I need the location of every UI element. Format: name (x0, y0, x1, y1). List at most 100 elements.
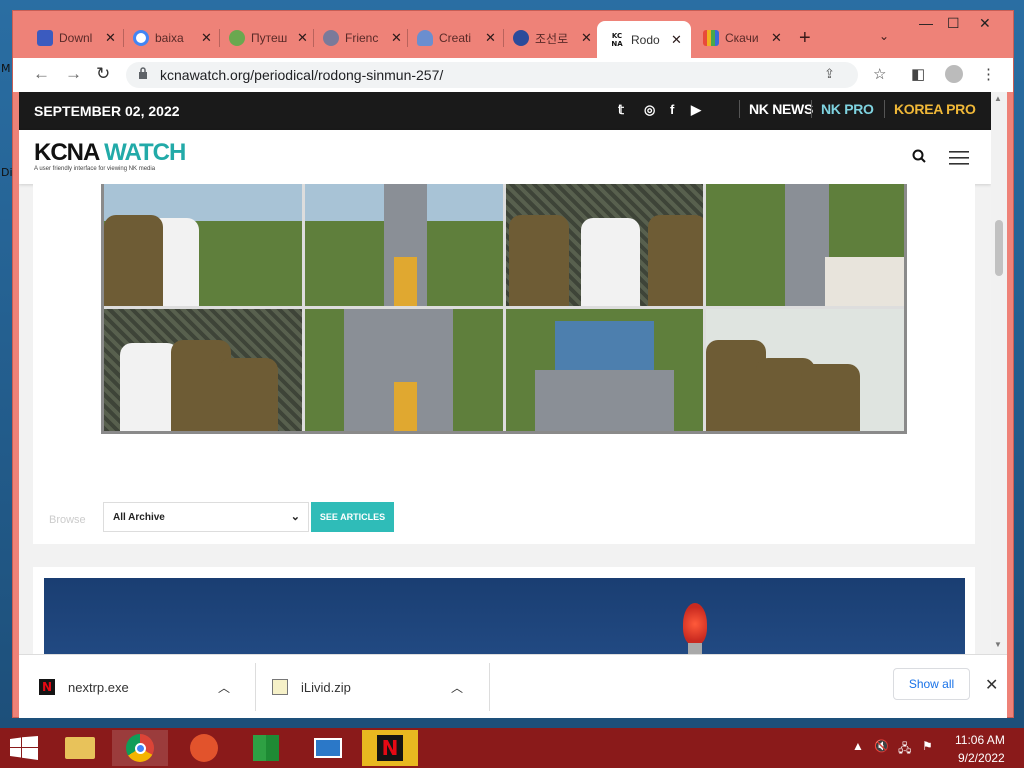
close-download-bar-icon[interactable]: ✕ (985, 675, 998, 695)
photo-test-stand (554, 321, 654, 370)
gallery-photo[interactable] (505, 309, 704, 431)
headphones-app-icon[interactable] (176, 730, 232, 766)
tab-close-icon[interactable]: ✕ (771, 30, 782, 46)
twitter-icon[interactable]: 𝕥 (618, 102, 624, 118)
nk-news-link[interactable]: NK NEWS (749, 101, 813, 117)
network-icon[interactable]: 🖧 (898, 739, 911, 760)
archive-select[interactable]: All Archive ⌄ (103, 502, 309, 532)
nk-pro-link[interactable]: NK PRO (821, 101, 874, 117)
new-tab-button[interactable]: + (799, 27, 811, 50)
maximize-button[interactable]: ☐ (947, 15, 960, 32)
tab[interactable]: Creati ✕ (417, 25, 496, 51)
volume-muted-icon[interactable]: 🔇 (874, 739, 889, 753)
see-articles-button[interactable]: SEE ARTICLES (311, 502, 394, 532)
photo-figure (801, 363, 861, 431)
gallery-photo[interactable] (505, 184, 704, 306)
file-explorer-icon[interactable] (52, 730, 108, 766)
action-center-flag-icon[interactable]: ⚑ (922, 739, 933, 753)
netflix-icon[interactable]: N (362, 730, 418, 766)
share-icon[interactable]: ⇪ (824, 66, 835, 82)
tray-expand-icon[interactable]: ▲ (852, 739, 864, 753)
archive-select-value: All Archive (113, 511, 165, 523)
gallery-photo[interactable] (104, 309, 302, 431)
download-item[interactable]: N nextrp.exe ︿ (39, 655, 230, 719)
image-tower (688, 643, 702, 654)
gallery-photo[interactable] (304, 309, 503, 431)
tab-divider (313, 29, 314, 47)
photo-figure (104, 214, 164, 306)
divider (884, 100, 885, 118)
forward-button[interactable]: → (65, 64, 82, 84)
divider (255, 663, 256, 711)
close-window-button[interactable]: ✕ (979, 15, 991, 32)
download-item[interactable]: iLivid.zip ︿ (272, 655, 463, 719)
chevron-up-icon[interactable]: ︿ (218, 679, 230, 696)
search-icon[interactable] (912, 149, 926, 163)
scroll-down-icon[interactable]: ▼ (994, 640, 1002, 649)
photo-figure (647, 214, 704, 306)
scroll-up-icon[interactable]: ▲ (994, 94, 1002, 103)
folder-shape (65, 737, 95, 759)
browser-menu-icon[interactable]: ⋮ (981, 65, 996, 83)
tab-close-icon[interactable]: ✕ (391, 30, 402, 46)
bookmark-star-icon[interactable]: ☆ (873, 65, 886, 83)
photo-smoke (824, 257, 904, 306)
tab-close-icon[interactable]: ✕ (485, 30, 496, 46)
page-viewport: SEPTEMBER 02, 2022 𝕥 ◎ f ▶ NK NEWS NK PR… (19, 92, 991, 654)
gallery-photo[interactable] (304, 184, 503, 306)
tab[interactable]: 조선로 ✕ (513, 25, 592, 51)
tab-close-icon[interactable]: ✕ (201, 30, 212, 46)
tab[interactable]: Frienc ✕ (323, 25, 402, 51)
gallery-photo[interactable] (104, 184, 302, 306)
tab-divider (407, 29, 408, 47)
tab-close-icon[interactable]: ✕ (581, 30, 592, 46)
emblem-icon (513, 30, 529, 46)
tab[interactable]: Downl ✕ (37, 25, 116, 51)
hamburger-menu-icon[interactable] (949, 150, 969, 166)
tab-active[interactable]: KC NA Rodo ✕ (597, 21, 691, 59)
article-image[interactable] (44, 578, 965, 654)
reload-button[interactable]: ↻ (96, 64, 110, 84)
tab-search-button[interactable]: ⌄ (879, 29, 889, 43)
tab-close-icon[interactable]: ✕ (671, 32, 682, 48)
taskbar: N ▲ 🔇 🖧 ⚑ 11:06 AM 9/2/2022 (0, 728, 1024, 768)
headphones-logo (190, 734, 218, 762)
clock-time[interactable]: 11:06 AM (955, 733, 1005, 747)
back-button[interactable]: ← (33, 64, 50, 84)
profile-avatar[interactable] (945, 65, 963, 83)
photo-figure (509, 214, 569, 306)
page-scrollbar[interactable]: ▲ ▼ (991, 92, 1007, 654)
tab-title: Downl (59, 31, 93, 45)
instagram-icon[interactable]: ◎ (644, 102, 655, 118)
address-bar[interactable]: ⇪ (126, 62, 858, 88)
kcna-icon: KC NA (609, 32, 625, 48)
photo-gallery (101, 184, 907, 434)
tab-close-icon[interactable]: ✕ (297, 30, 308, 46)
side-panel-icon[interactable]: ◧ (911, 65, 925, 83)
chevron-up-icon[interactable]: ︿ (451, 679, 463, 696)
tab[interactable]: baixa ✕ (133, 25, 212, 51)
gallery-photo[interactable] (706, 184, 904, 306)
bars-icon (703, 30, 719, 46)
scroll-thumb[interactable] (995, 220, 1003, 276)
site-logo[interactable]: KCNA WATCH (34, 139, 186, 167)
mail-logo (314, 738, 342, 758)
divider (489, 663, 490, 711)
windows-start-icon[interactable] (10, 736, 38, 760)
tab-close-icon[interactable]: ✕ (105, 30, 116, 46)
url-input[interactable] (160, 65, 820, 85)
tab[interactable]: Путеш ✕ (229, 25, 308, 51)
youtube-icon[interactable]: ▶ (691, 102, 701, 118)
tab[interactable]: Скачи ✕ (703, 25, 782, 51)
tab-title: baixa (155, 31, 184, 45)
facebook-icon[interactable]: f (670, 102, 674, 117)
clock-date[interactable]: 9/2/2022 (958, 751, 1005, 765)
korea-pro-link[interactable]: KOREA PRO (894, 101, 976, 117)
minimize-button[interactable]: — (919, 15, 933, 31)
mail-icon[interactable] (300, 730, 356, 766)
show-all-downloads-button[interactable]: Show all (893, 668, 970, 700)
gallery-photo[interactable] (706, 309, 904, 431)
google-icon (133, 30, 149, 46)
chrome-icon[interactable] (112, 730, 168, 766)
store-icon[interactable] (238, 730, 294, 766)
